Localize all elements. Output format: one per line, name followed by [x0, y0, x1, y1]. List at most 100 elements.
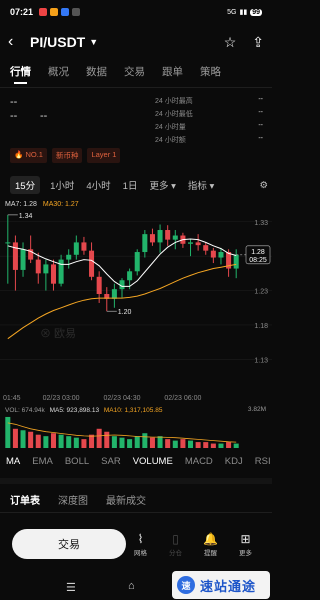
ind-sar[interactable]: SAR [101, 456, 121, 467]
notification-icon [61, 8, 70, 16]
tab-copy-trade[interactable]: 跟单 [162, 64, 183, 86]
volume-bar [172, 440, 178, 448]
candle-body [73, 242, 79, 255]
ind-macd[interactable]: MACD [185, 456, 213, 467]
grid-button[interactable]: ⌇ 网格 [126, 532, 155, 557]
x-tick-label: 01:45 [3, 395, 21, 402]
volume-bar [218, 443, 224, 448]
stat-value: -- [258, 109, 263, 116]
volume-bar [233, 443, 239, 448]
volume-chart [5, 416, 239, 448]
tag-layer1[interactable]: Layer 1 [87, 148, 121, 163]
stat-row: 24 小时量 -- [155, 122, 263, 132]
tab-trade[interactable]: 交易 [124, 64, 145, 86]
stat-value: -- [258, 135, 263, 142]
interval-more-label: 更多 [149, 181, 169, 192]
volume-bar [28, 431, 34, 448]
candle-body [66, 254, 72, 260]
trade-button[interactable]: 交易 [12, 529, 127, 559]
notification-icon [39, 8, 48, 16]
volume-bar [35, 434, 41, 448]
stat-label: 24 小时最高 [155, 98, 193, 105]
divider [0, 512, 272, 513]
interval-1d[interactable]: 1日 [123, 178, 138, 192]
ind-kdj[interactable]: KDJ [225, 456, 243, 467]
volume-max-label: 3.82M [247, 406, 266, 413]
volume-bar [134, 436, 140, 448]
candle-body [134, 252, 140, 272]
candle-body [149, 234, 155, 243]
tab-depth[interactable]: 深度图 [58, 492, 88, 507]
stat-label: 24 小时量 [155, 124, 186, 131]
order-book-tabs: 订单表 深度图 最新成交 [10, 492, 146, 507]
promo-text: 速站通途 [200, 578, 257, 594]
volume-bar [5, 416, 11, 448]
home-icon[interactable]: ⌂ [128, 580, 135, 592]
volume-bar [58, 434, 64, 448]
signal-icon: ▮▮ [239, 9, 248, 16]
coin-tags: 🔥 NO.1 新币种 Layer 1 [10, 148, 121, 163]
candle-body [157, 230, 163, 243]
volume-bar [165, 439, 171, 448]
more-button[interactable]: ⊞ 更多 [231, 532, 260, 557]
interval-1h[interactable]: 1小时 [50, 178, 74, 192]
bell-plus-icon: 🔔 [203, 531, 218, 546]
interval-15m[interactable]: 15分 [10, 176, 41, 194]
stat-label: 24 小时最低 [155, 111, 193, 118]
alert-button[interactable]: 🔔 提醒 [196, 532, 225, 557]
interval-4h[interactable]: 4小时 [86, 178, 110, 192]
candlestick-chart[interactable]: 1.331.281.231.181.13⊗ 欧易1.341.201.2808:2… [0, 204, 272, 404]
tab-latest-trades[interactable]: 最新成交 [106, 492, 146, 507]
tab-overview[interactable]: 概况 [48, 64, 69, 86]
tab-market[interactable]: 行情 [10, 64, 31, 86]
candle-body [111, 289, 117, 299]
chevron-down-icon[interactable]: ▼ [89, 37, 98, 47]
low-annotation: 1.20 [118, 309, 132, 316]
candle-body [195, 242, 201, 246]
ind-rsi[interactable]: RSI [255, 456, 271, 467]
x-tick-label: 02/23 03:00 [43, 395, 80, 402]
tab-data[interactable]: 数据 [86, 64, 107, 86]
candle-body [43, 264, 49, 274]
position-button[interactable]: ▯ 分仓 [161, 532, 190, 557]
candle-body [165, 230, 171, 240]
volume-bar [96, 428, 102, 448]
ind-volume[interactable]: VOLUME [133, 456, 173, 467]
indicator-menu[interactable]: 指标 ▾ [188, 178, 214, 192]
chart-settings-icon[interactable]: ⚙ [259, 180, 268, 191]
stat-row: 24 小时最低 -- [155, 109, 263, 119]
volume-bar [89, 434, 95, 448]
ind-ema[interactable]: EMA [32, 456, 53, 467]
share-icon[interactable]: ⇪ [252, 34, 264, 51]
candle-body [89, 250, 95, 277]
tag-rank[interactable]: 🔥 NO.1 [10, 148, 47, 163]
stat-row: 24 小时额 -- [155, 135, 263, 145]
menu-icon[interactable]: ☰ [66, 581, 76, 594]
candle-body [218, 252, 224, 258]
divider [0, 87, 272, 88]
price-sub-right: -- [40, 110, 48, 122]
star-icon[interactable]: ☆ [224, 34, 237, 51]
more-label: 更多 [239, 549, 252, 557]
network-label: 5G [227, 8, 237, 16]
ind-ma[interactable]: MA [6, 456, 20, 467]
ind-boll[interactable]: BOLL [65, 456, 89, 467]
candle-body [233, 254, 239, 269]
volume-bar [210, 443, 216, 448]
battery-icon: 99 [250, 8, 262, 16]
pair-title[interactable]: PI/USDT [30, 34, 85, 50]
back-icon[interactable]: ‹ [8, 33, 26, 51]
volume-bar [195, 442, 201, 448]
candle-body [50, 264, 56, 284]
volume-bar [180, 439, 186, 448]
status-right: 5G ▮▮ 99 [227, 8, 262, 16]
interval-more[interactable]: 更多 ▾ [149, 178, 175, 192]
watermark: ⊗ 欧易 [40, 327, 76, 340]
candle-body [188, 242, 194, 244]
promo-watermark: 速 速站通途 [172, 571, 270, 599]
tab-strategy[interactable]: 策略 [200, 64, 221, 86]
price-tag-value: 1.28 [251, 249, 265, 256]
volume-bar [20, 430, 26, 448]
tab-order-book[interactable]: 订单表 [10, 492, 40, 507]
tag-new-coin[interactable]: 新币种 [51, 148, 83, 163]
